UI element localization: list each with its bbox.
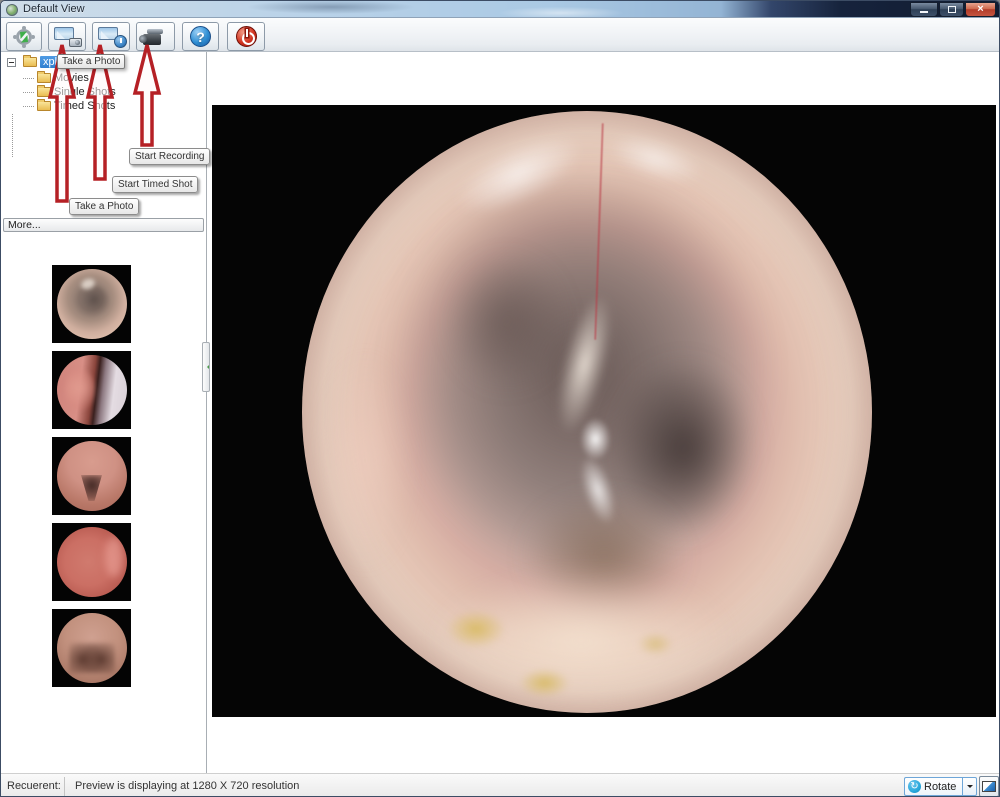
take-photo-button[interactable] [48,22,86,51]
tree-node-movies[interactable]: Movies [23,71,89,85]
question-mark-icon: ? [190,26,211,47]
panel-splitter-handle[interactable] [202,342,210,392]
callout-start-recording: Start Recording [129,148,210,165]
minimize-button[interactable] [910,2,938,17]
camera-icon [69,38,82,47]
nasal-cavity-image [57,355,127,425]
fullscreen-icon [982,781,996,792]
preview-ear-otoscopy-image [302,111,872,713]
otoscopy-ear-drum-image [57,269,127,339]
status-separator [64,777,65,796]
status-bar: Recuerent: Preview is displaying at 1280… [1,773,1000,797]
tree-item-label: Timed Shots [54,100,115,112]
rotate-button[interactable]: ↻ Rotate [904,777,962,796]
toolbar: ? [1,18,1000,52]
status-message: Preview is displaying at 1280 X 720 reso… [75,780,299,792]
rotate-dropdown-button[interactable] [962,777,977,796]
callout-start-timed-shot: Start Timed Shot [112,176,198,193]
folder-icon [37,101,51,111]
maximize-icon [948,6,956,13]
power-button[interactable] [227,22,265,51]
tree-item-label: Single Shots [54,86,116,98]
thumbnail-larynx[interactable] [52,437,131,515]
collapse-icon[interactable] [7,58,16,67]
close-button[interactable]: × [965,2,996,17]
clock-icon [114,35,127,48]
rotate-icon: ↻ [908,780,921,793]
thumbnail-ear-drum[interactable] [52,265,131,343]
preview-viewport [212,105,996,717]
tree-stub [23,92,34,93]
folder-icon [23,57,37,67]
callout-take-a-photo: Take a Photo [69,198,139,215]
tree-item-label: Movies [54,72,89,84]
tree-node-single-shots[interactable]: Single Shots [23,85,116,99]
help-button[interactable]: ? [182,22,219,51]
throat-epiglottis-image [57,613,127,683]
tooltip-take-a-photo: Take a Photo [57,54,125,69]
power-icon [236,26,257,47]
tree-stub [23,78,34,79]
status-context-label: Recuerent: [7,780,61,792]
settings-button[interactable] [6,22,42,51]
rotate-label: Rotate [924,781,956,793]
cerumen-spot [513,665,576,701]
maximize-button[interactable] [939,2,964,17]
camcorder-lens-icon [139,35,147,43]
window-title: Default View [23,3,85,15]
thumbnail-nasal-passage[interactable] [52,523,131,601]
folder-icon [37,73,51,83]
app-window: Default View × ? [0,0,1000,797]
folder-icon [37,87,51,97]
app-icon [6,4,18,16]
close-icon: × [977,3,983,16]
timed-shot-button[interactable] [92,22,130,51]
nasal-passage-image [57,527,127,597]
larynx-vocal-cords-image [57,441,127,511]
tree-guide-line [12,114,13,157]
minimize-icon [920,11,928,13]
cerumen-spot [439,605,513,653]
fullscreen-button[interactable] [979,776,999,797]
tree-node-timed-shots[interactable]: Timed Shots [23,99,115,113]
thumbnail-list [52,265,131,687]
cerumen-spot [633,629,679,659]
tree-stub [23,106,34,107]
thumbnail-throat[interactable] [52,609,131,687]
gear-refresh-icon [16,29,32,45]
record-button[interactable] [136,22,175,51]
thumbnail-nasal-cavity[interactable] [52,351,131,429]
title-bar: Default View × [1,1,1000,18]
more-button[interactable]: More... [3,218,204,232]
